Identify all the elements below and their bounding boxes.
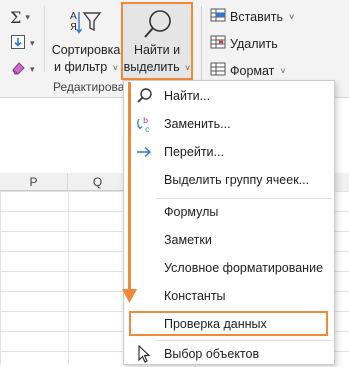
annotation-arrow xyxy=(128,82,131,292)
svg-text:b: b xyxy=(143,116,148,125)
menu-item-notes[interactable]: Заметки xyxy=(124,227,334,253)
pointer-icon xyxy=(132,345,156,363)
menu-item-conditional-formatting[interactable]: Условное форматирование xyxy=(124,255,334,281)
grid-column-line xyxy=(0,191,1,365)
sort-filter-icon: A Я xyxy=(68,8,102,41)
insert-cells-label: Вставить xyxy=(230,9,283,24)
fill-down-icon xyxy=(10,34,26,53)
fill-button[interactable]: ▾ xyxy=(10,34,35,53)
format-cells-label: Формат xyxy=(230,63,275,78)
autosum-button[interactable]: Σ ▾ xyxy=(10,8,30,27)
format-cells-button[interactable]: Формат ˅ xyxy=(210,62,286,79)
sort-filter-label-line2: и фильтр xyxy=(54,60,108,74)
sigma-icon: Σ xyxy=(10,8,22,27)
find-select-button[interactable]: Найти и выделить ˅ xyxy=(121,2,193,80)
clear-button[interactable]: ▾ xyxy=(10,60,35,79)
menu-item-goto[interactable]: Перейти... xyxy=(124,139,334,165)
svg-text:Я: Я xyxy=(70,22,77,33)
chevron-down-icon: ▾ xyxy=(25,12,30,22)
delete-cells-icon xyxy=(210,35,226,52)
find-select-label-line1: Найти и xyxy=(133,43,181,57)
menu-item-goto-special[interactable]: Выделить группу ячеек... xyxy=(124,167,334,193)
menu-item-label: Константы xyxy=(164,289,226,303)
chevron-down-icon: ˅ xyxy=(185,63,191,73)
sort-filter-label-line1: Сортировка xyxy=(51,43,121,57)
eraser-icon xyxy=(10,60,26,79)
menu-item-formulas[interactable]: Формулы xyxy=(124,199,334,225)
insert-cells-icon xyxy=(210,8,226,25)
svg-text:c: c xyxy=(145,125,149,133)
menu-item-label: Найти... xyxy=(164,89,211,103)
menu-item-label: Условное форматирование xyxy=(164,261,324,275)
svg-text:A: A xyxy=(70,11,77,22)
grid-column-line xyxy=(68,191,69,365)
menu-item-label: Выделить группу ячеек... xyxy=(164,173,310,187)
arrow-right-icon xyxy=(132,146,156,158)
search-icon xyxy=(132,88,156,104)
menu-item-select-objects[interactable]: Выбор объектов xyxy=(124,341,334,367)
delete-cells-button[interactable]: Удалить xyxy=(210,35,278,52)
column-letter: Q xyxy=(92,174,103,189)
menu-item-label: Заменить... xyxy=(164,117,231,131)
menu-item-label: Выбор объектов xyxy=(164,347,260,361)
insert-cells-button[interactable]: Вставить ˅ xyxy=(210,8,294,25)
delete-cells-label: Удалить xyxy=(230,36,278,51)
find-select-label-line2: выделить xyxy=(123,60,180,74)
column-header[interactable]: Q xyxy=(68,173,128,191)
magnifier-icon xyxy=(143,9,173,46)
chevron-down-icon: ˅ xyxy=(280,65,286,76)
menu-item-find[interactable]: Найти... xyxy=(124,83,334,109)
chevron-down-icon: ▾ xyxy=(30,64,35,74)
chevron-down-icon: ˅ xyxy=(289,11,295,22)
menu-item-label: Перейти... xyxy=(164,145,224,159)
data-validation-highlight xyxy=(129,311,328,336)
sort-filter-button[interactable]: A Я Сортировка и фильтр ˅ xyxy=(50,4,121,78)
chevron-down-icon: ▾ xyxy=(30,38,35,48)
replace-icon: b c xyxy=(132,115,156,133)
chevron-down-icon: ˅ xyxy=(112,63,118,73)
menu-item-replace[interactable]: b c Заменить... xyxy=(124,111,334,137)
group-divider xyxy=(44,6,45,72)
editing-group-label: Редактирова xyxy=(53,80,125,94)
annotation-arrowhead xyxy=(122,289,137,308)
menu-item-label: Заметки xyxy=(164,233,212,247)
format-cells-icon xyxy=(210,62,226,79)
column-letter: P xyxy=(29,174,38,189)
column-header[interactable]: P xyxy=(0,173,68,191)
menu-item-constants[interactable]: Константы xyxy=(124,283,334,309)
menu-item-label: Формулы xyxy=(164,205,219,219)
